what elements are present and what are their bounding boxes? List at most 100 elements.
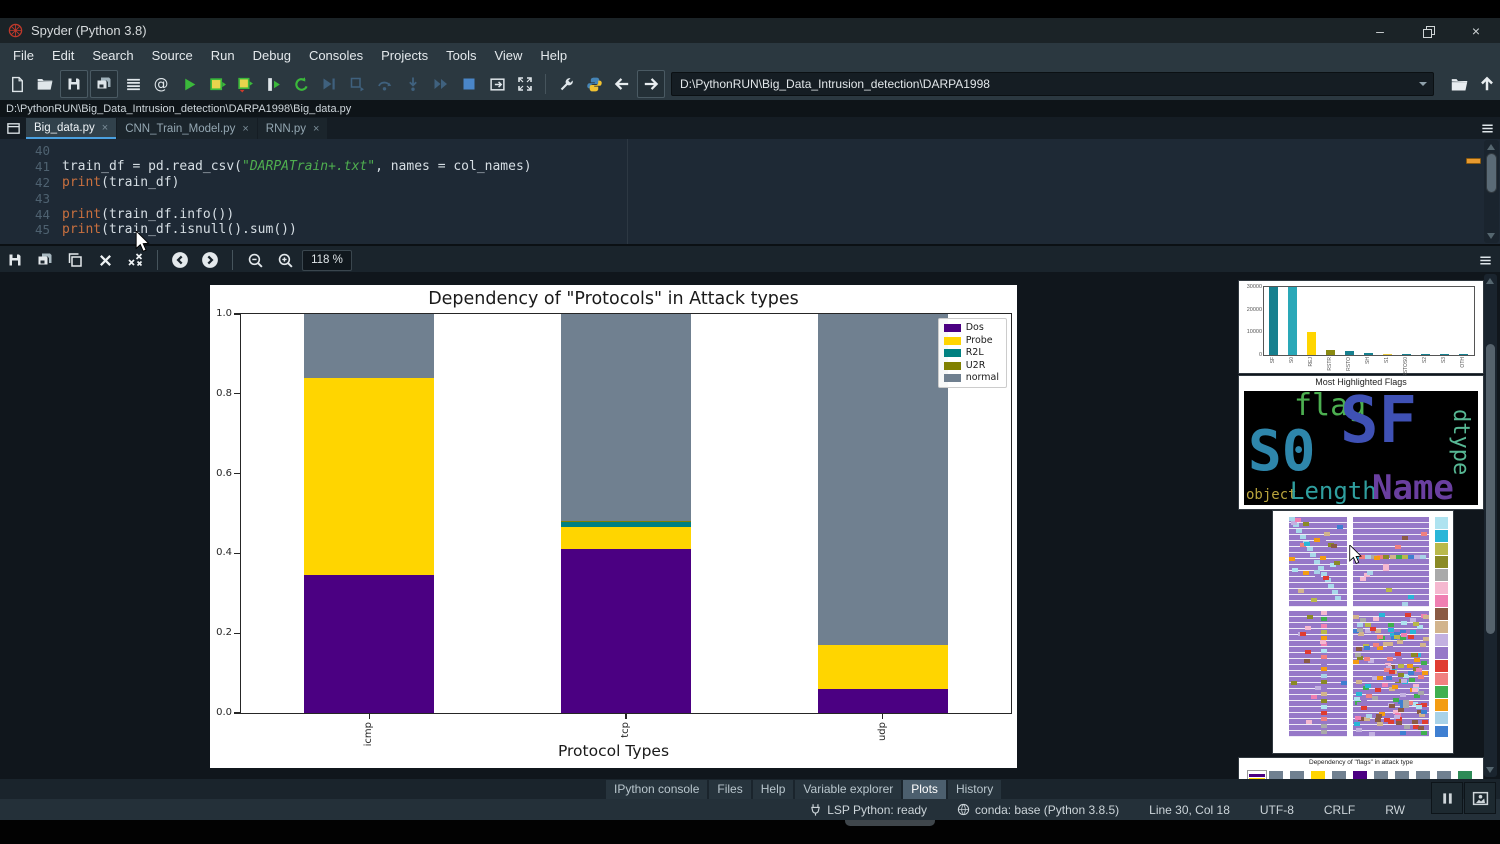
menu-file[interactable]: File — [4, 43, 43, 68]
heatmap-cell — [1321, 655, 1327, 659]
pane-tab-variable-explorer[interactable]: Variable explorer — [795, 780, 901, 799]
tab-close-icon[interactable]: × — [102, 122, 108, 134]
copy-plot-button[interactable] — [62, 247, 88, 273]
scroll-down-icon[interactable] — [1487, 233, 1495, 239]
heatmap-cell — [1291, 681, 1297, 685]
code-segment: print — [62, 222, 101, 237]
zoom-level-field[interactable]: 118 % — [302, 250, 352, 271]
editor-line: 43 — [0, 190, 1500, 206]
file-switcher-button[interactable] — [120, 71, 146, 97]
run-cell-advance-button[interactable] — [232, 71, 258, 97]
remove-plot-button[interactable] — [92, 247, 118, 273]
next-plot-button[interactable] — [197, 247, 223, 273]
back-button[interactable] — [609, 71, 635, 97]
heatmap-cell — [1401, 621, 1407, 625]
thumbnails-scrollbar-thumb[interactable] — [1486, 344, 1495, 634]
run-file-button[interactable] — [176, 71, 202, 97]
debug-file-button[interactable] — [316, 71, 342, 97]
previous-plot-button[interactable] — [167, 247, 193, 273]
restore-button[interactable] — [1404, 18, 1452, 43]
zoom-in-button[interactable] — [272, 247, 298, 273]
plot-thumbnail-wordcloud[interactable]: Most Highlighted Flags flagSFS0dtypeobje… — [1238, 375, 1484, 510]
python-env-button[interactable] — [581, 71, 607, 97]
menu-help[interactable]: Help — [531, 43, 576, 68]
step-into-button[interactable] — [400, 71, 426, 97]
menu-projects[interactable]: Projects — [372, 43, 437, 68]
run-cell-button[interactable] — [204, 71, 230, 97]
scroll-up-icon[interactable] — [1487, 144, 1495, 150]
thumbnails-scrollbar[interactable] — [1484, 274, 1497, 777]
rerun-cell-button[interactable] — [288, 71, 314, 97]
menu-view[interactable]: View — [485, 43, 531, 68]
editor-options-menu-button[interactable] — [1474, 117, 1500, 139]
close-button[interactable]: × — [1452, 18, 1500, 43]
save-all-plots-button[interactable] — [32, 247, 58, 273]
stop-button[interactable] — [456, 71, 482, 97]
preferences-button[interactable] — [553, 71, 579, 97]
continue-execution-button[interactable] — [428, 71, 454, 97]
pane-tab-plots[interactable]: Plots — [903, 780, 946, 799]
scroll-down-icon[interactable] — [1486, 767, 1494, 773]
menu-tools[interactable]: Tools — [437, 43, 485, 68]
debug-cell-button[interactable] — [344, 71, 370, 97]
find-symbol-button[interactable]: @ — [148, 71, 174, 97]
picture-in-picture-button[interactable] — [1464, 782, 1496, 814]
menu-run[interactable]: Run — [202, 43, 244, 68]
editor-scrollbar-thumb[interactable] — [1486, 153, 1497, 193]
x-tick-mark — [625, 713, 626, 719]
editor-scrollbar[interactable] — [1484, 140, 1499, 243]
tab-close-icon[interactable]: × — [313, 123, 319, 135]
menu-debug[interactable]: Debug — [244, 43, 300, 68]
editor-tab-cnn_train_model.py[interactable]: CNN_Train_Model.py× — [117, 118, 257, 139]
menu-edit[interactable]: Edit — [43, 43, 83, 68]
browse-directory-button[interactable] — [1446, 71, 1472, 97]
pane-tab-help[interactable]: Help — [753, 780, 794, 799]
chart-title: Dependency of "Protocols" in Attack type… — [210, 289, 1017, 309]
heatmap-cell — [1321, 686, 1327, 690]
current-plot-figure: Dependency of "Protocols" in Attack type… — [210, 285, 1017, 768]
heatmap-cell — [1399, 617, 1405, 621]
heatmap-cell — [1388, 623, 1394, 627]
parent-directory-button[interactable] — [1474, 71, 1500, 97]
editor-tab-rnn.py[interactable]: RNN.py× — [258, 118, 328, 139]
mini-bar — [1269, 287, 1278, 355]
open-file-button[interactable] — [32, 71, 58, 97]
menu-search[interactable]: Search — [83, 43, 142, 68]
editor-tab-big_data.py[interactable]: Big_data.py× — [26, 118, 116, 139]
step-over-button[interactable] — [372, 71, 398, 97]
menu-consoles[interactable]: Consoles — [300, 43, 372, 68]
forward-button[interactable] — [637, 70, 665, 98]
minimize-button[interactable]: – — [1356, 18, 1404, 43]
maximize-pane-button[interactable] — [512, 71, 538, 97]
pause-button[interactable] — [1431, 782, 1463, 814]
legend-row: R2L — [944, 348, 999, 358]
y-tick-label: 0.4 — [216, 547, 232, 558]
interpreter-status[interactable]: conda: base (Python 3.8.5) — [957, 803, 1119, 817]
code-editor[interactable]: 4041train_df = pd.read_csv("DARPATrain+.… — [0, 139, 1500, 244]
code-segment: train_df = pd.read_csv( — [62, 159, 242, 174]
new-file-button[interactable] — [4, 71, 30, 97]
save-button[interactable] — [60, 70, 88, 98]
plots-toolbar: 118 % — [0, 244, 1500, 274]
pane-tab-ipython-console[interactable]: IPython console — [606, 780, 707, 799]
scroll-up-icon[interactable] — [1486, 278, 1494, 284]
heatmap-cell — [1393, 698, 1399, 702]
run-selection-button[interactable] — [260, 71, 286, 97]
tab-close-icon[interactable]: × — [242, 123, 248, 135]
heatmap-cell — [1335, 596, 1341, 600]
browse-tabs-button[interactable] — [0, 117, 26, 139]
zoom-out-button[interactable] — [242, 247, 268, 273]
plot-thumbnail-flags-bar[interactable]: SFS0REJRSTRRSTOSHS1RSTOS0S2S3OTH30000200… — [1238, 280, 1484, 374]
pane-tab-files[interactable]: Files — [709, 780, 750, 799]
pause-icon — [1440, 791, 1455, 806]
menu-source[interactable]: Source — [143, 43, 202, 68]
plots-options-menu-button[interactable] — [1472, 249, 1498, 271]
open-new-window-button[interactable] — [484, 71, 510, 97]
pane-tab-history[interactable]: History — [948, 780, 1001, 799]
save-all-button[interactable] — [90, 70, 118, 98]
working-directory-selector[interactable]: D:\PythonRUN\Big_Data_Intrusion_detectio… — [671, 72, 1434, 96]
heatmap-cell — [1321, 730, 1327, 734]
heatmap-cell — [1379, 613, 1385, 617]
legend-patch — [944, 374, 961, 382]
save-plot-button[interactable] — [2, 247, 28, 273]
